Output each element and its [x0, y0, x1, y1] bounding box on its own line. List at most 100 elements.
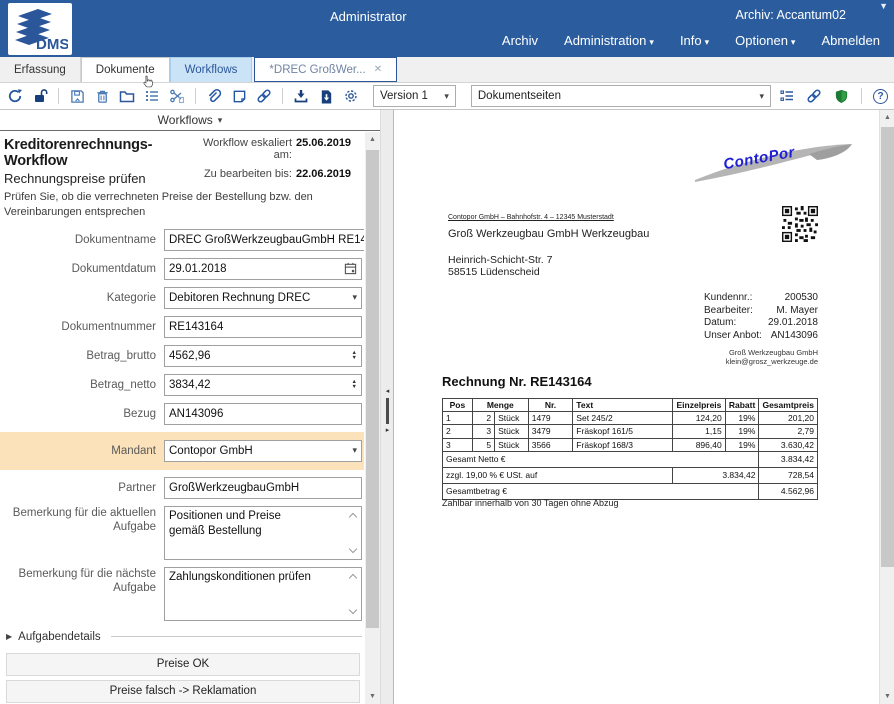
field-label: Partner	[4, 481, 164, 495]
scroll-down-icon[interactable]: ▼	[365, 689, 380, 704]
menu-abmelden[interactable]: Abmelden	[821, 33, 880, 48]
partner-input[interactable]: GroßWerkzeugbauGmbH	[164, 477, 362, 499]
settings-gear-icon[interactable]	[342, 87, 360, 105]
info-label: Datum:	[704, 317, 736, 330]
betrag-netto-input[interactable]: 3834,42 ▲▼	[164, 374, 362, 396]
field-label: Dokumentdatum	[4, 262, 164, 276]
betrag-brutto-input[interactable]: 4562,96 ▲▼	[164, 345, 362, 367]
export-file-icon[interactable]	[317, 87, 335, 105]
dokumentnummer-input[interactable]: RE143164	[164, 316, 362, 338]
escalation-date: 25.06.2019	[296, 137, 362, 167]
tab-dokumente[interactable]: Dokumente	[81, 57, 170, 82]
field-row-dokumentdatum: Dokumentdatum 29.01.2018	[4, 258, 362, 280]
number-spinner[interactable]: ▲▼	[352, 351, 357, 361]
preise-ok-button[interactable]: Preise OK	[6, 653, 360, 676]
version-select[interactable]: Version 1▾	[373, 85, 456, 107]
menu-info[interactable]: Info▾	[680, 33, 709, 48]
field-label: Dokumentnummer	[4, 320, 164, 334]
tab-document-drec[interactable]: *DREC GroßWer... ✕	[254, 57, 397, 82]
workflow-panel-header[interactable]: Workflows ▾	[0, 110, 380, 131]
tab-workflows[interactable]: Workflows	[170, 57, 253, 82]
bemerkung-naechste-textarea[interactable]: Zahlungskonditionen prüfen	[164, 567, 362, 621]
field-label: Bemerkung für die aktuellen Aufgabe	[4, 506, 164, 535]
number-spinner[interactable]: ▲▼	[352, 380, 357, 390]
recipient-street: Heinrich-Schicht-Str. 7	[448, 254, 552, 266]
preise-falsch-button[interactable]: Preise falsch -> Reklamation	[6, 680, 360, 703]
scroll-up-icon[interactable]: ▲	[365, 132, 380, 147]
document-pages-select[interactable]: Dokumentseiten▾	[471, 85, 771, 107]
scrollbar-thumb[interactable]	[881, 127, 894, 567]
scroll-down-icon[interactable]	[349, 605, 357, 613]
scroll-up-icon[interactable]	[349, 573, 357, 581]
field-label: Bemerkung für die nächste Aufgabe	[4, 567, 164, 596]
sender-address-line: Contopor GmbH – Bahnhofstr. 4 – 12345 Mu…	[448, 214, 614, 221]
delete-trash-icon[interactable]	[93, 87, 111, 105]
chevron-down-icon: ▾	[759, 91, 764, 102]
field-row-dokumentnummer: Dokumentnummer RE143164	[4, 316, 362, 338]
unlock-icon[interactable]	[31, 87, 49, 105]
menu-administration[interactable]: Administration▾	[564, 33, 654, 48]
kategorie-select[interactable]: Debitoren Rechnung DREC ▾	[164, 287, 362, 309]
link-icon[interactable]	[805, 87, 823, 105]
refresh-icon[interactable]	[6, 87, 24, 105]
toolbar-separator	[282, 88, 283, 104]
scrollbar-thumb[interactable]	[366, 150, 379, 628]
workflow-title: Kreditorenrechnungs-Workflow	[4, 137, 194, 169]
scroll-down-icon[interactable]: ▼	[880, 689, 894, 704]
field-row-bemerkung-aktuell: Bemerkung für die aktuellen Aufgabe Posi…	[4, 506, 362, 560]
menu-optionen[interactable]: Optionen▾	[735, 33, 795, 48]
collapse-left-icon[interactable]: ◂	[386, 388, 390, 395]
vat-row: zzgl. 19,00 % € USt. auf 3.834,42 728,54	[443, 467, 818, 483]
download-icon[interactable]	[292, 87, 310, 105]
scroll-up-icon[interactable]	[349, 512, 357, 520]
due-label: Zu bearbeiten bis:	[194, 168, 296, 186]
note-icon[interactable]	[230, 87, 248, 105]
save-icon[interactable]	[68, 87, 86, 105]
workflow-form: Kreditorenrechnungs-Workflow Rechnungspr…	[0, 132, 364, 704]
chevron-down-icon: ▾	[791, 37, 796, 47]
field-row-bezug: Bezug AN143096	[4, 403, 362, 425]
document-scrollbar[interactable]: ▲ ▼	[879, 110, 894, 704]
link-icon[interactable]	[255, 87, 273, 105]
document-toolbar: Version 1▾ Dokumentseiten▾ ?	[0, 83, 894, 110]
dms-application: DMS Administrator Archiv: Accantum02 ▼ A…	[0, 0, 894, 704]
close-tab-icon[interactable]: ✕	[374, 64, 382, 75]
mandant-select[interactable]: Contopor GmbH ▾	[164, 440, 362, 462]
splitter-grip[interactable]	[386, 398, 389, 424]
contact-block: Groß Werkzeugbau GmbH klein@grosz_werkze…	[674, 348, 818, 366]
help-icon[interactable]: ?	[873, 89, 888, 104]
collapse-right-icon[interactable]: ▸	[386, 427, 390, 434]
scroll-up-icon[interactable]: ▲	[880, 110, 894, 125]
attachment-paperclip-icon[interactable]	[205, 87, 223, 105]
mouse-cursor-hand	[140, 73, 156, 91]
bezug-input[interactable]: AN143096	[164, 403, 362, 425]
tab-erfassung[interactable]: Erfassung	[0, 57, 81, 82]
field-label: Betrag_brutto	[4, 349, 164, 363]
field-label: Betrag_netto	[4, 378, 164, 392]
escalation-label: Workflow eskaliert am:	[194, 137, 296, 167]
bemerkung-aktuell-textarea[interactable]: Positionen und Preise gemäß Bestellung	[164, 506, 362, 560]
dokumentname-input[interactable]: DREC GroßWerkzeugbauGmbH RE14316	[164, 229, 364, 251]
panel-splitter[interactable]: ◂ ▸	[380, 110, 393, 704]
toolbar-separator	[195, 88, 196, 104]
dms-logo-icon: DMS	[12, 6, 68, 52]
menu-archiv[interactable]: Archiv	[502, 33, 538, 48]
aufgabendetails-toggle[interactable]: ▶ Aufgabendetails	[6, 631, 362, 643]
split-document-icon[interactable]	[168, 87, 186, 105]
dokumentdatum-input[interactable]: 29.01.2018	[164, 258, 362, 280]
field-row-partner: Partner GroßWerkzeugbauGmbH	[4, 477, 362, 499]
scroll-down-icon[interactable]	[349, 544, 357, 552]
chevron-down-icon: ▾	[352, 445, 357, 456]
document-page: ContoPor	[394, 110, 879, 704]
header-caret-icon[interactable]: ▼	[879, 1, 888, 11]
document-viewer: ContoPor	[393, 110, 894, 704]
dms-logo: DMS	[8, 3, 72, 55]
workflow-panel-scrollbar[interactable]: ▲ ▼	[365, 132, 380, 704]
folder-icon[interactable]	[118, 87, 136, 105]
calendar-icon[interactable]	[344, 262, 357, 275]
page-list-icon[interactable]	[778, 87, 796, 105]
table-row: 12Stück1479Set 245/2124,2019%201,20	[443, 412, 818, 425]
info-label: Bearbeiter:	[704, 305, 753, 318]
shield-icon[interactable]	[832, 87, 850, 105]
field-row-dokumentname: Dokumentname DREC GroßWerkzeugbauGmbH RE…	[4, 229, 362, 251]
